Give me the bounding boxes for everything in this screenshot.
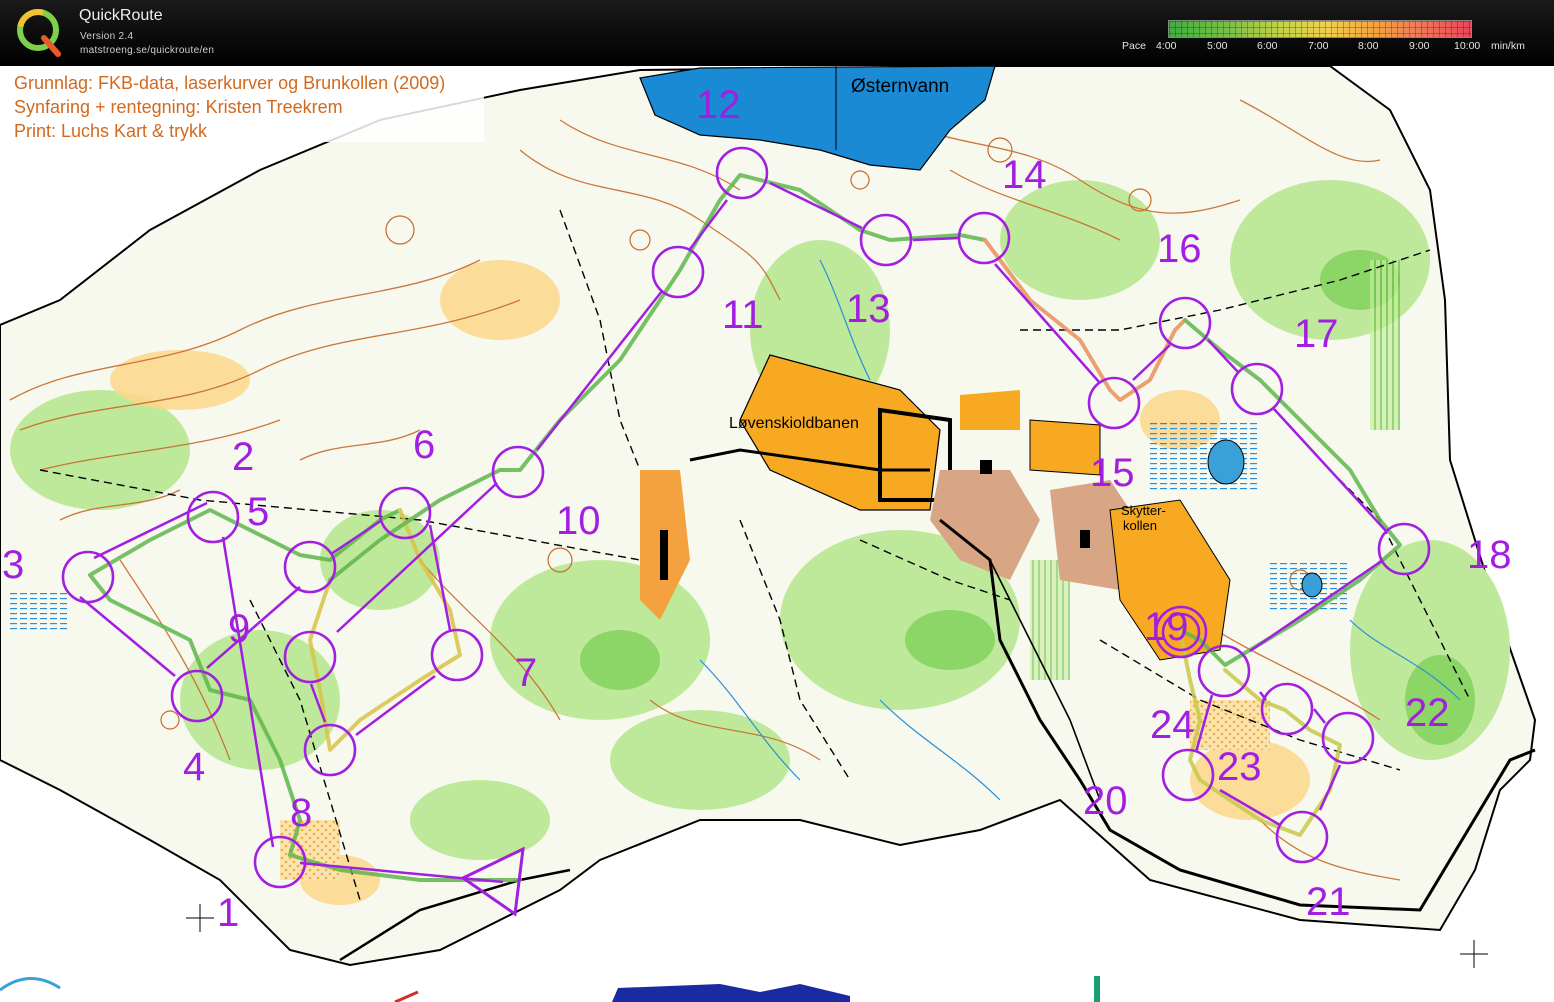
control-number: 13 xyxy=(846,287,891,331)
pace-tick: 10:00 xyxy=(1454,40,1481,52)
pace-color-scale xyxy=(1168,20,1472,38)
app-name: QuickRoute xyxy=(79,7,163,24)
credit-line: Print: Luchs Kart & trykk xyxy=(14,121,208,141)
control-number: 11 xyxy=(722,293,764,337)
orienteering-map[interactable]: 1 2 3 4 5 6 7 8 9 10 11 12 13 14 15 16 1… xyxy=(0,66,1554,1002)
control-number: 9 xyxy=(228,607,250,651)
control-number: 20 xyxy=(1083,779,1128,823)
control-number: 3 xyxy=(2,543,24,587)
control-number: 15 xyxy=(1090,451,1135,495)
quickroute-window: QuickRoute Version 2.4 matstroeng.se/qui… xyxy=(0,0,1554,1002)
pond xyxy=(1301,572,1323,598)
control-number: 4 xyxy=(183,745,205,789)
control-number: 8 xyxy=(290,791,312,835)
field-name: Løvenskioldbanen xyxy=(729,415,859,432)
control-number: 14 xyxy=(1002,153,1047,197)
pace-tick: 9:00 xyxy=(1409,40,1430,52)
control-number: 2 xyxy=(232,435,254,479)
quickroute-logo-icon xyxy=(17,9,61,57)
pace-unit: min/km xyxy=(1491,40,1525,52)
control-number: 5 xyxy=(247,490,269,534)
control-number: 22 xyxy=(1405,691,1450,735)
undergrowth xyxy=(1370,260,1400,430)
control-number: 10 xyxy=(556,499,601,543)
control-number: 23 xyxy=(1217,745,1262,789)
rough-open-land xyxy=(1190,700,1270,750)
pace-tick: 7:00 xyxy=(1308,40,1329,52)
control-number: 21 xyxy=(1306,880,1351,924)
hill-name-line-1: Skytter- xyxy=(1121,503,1166,518)
pace-tick: 6:00 xyxy=(1257,40,1278,52)
control-number: 6 xyxy=(413,423,435,467)
control-number: 17 xyxy=(1294,312,1339,356)
app-url[interactable]: matstroeng.se/quickroute/en xyxy=(80,45,214,56)
control-number: 18 xyxy=(1467,533,1512,577)
lake-name: Østernvann xyxy=(851,76,949,97)
credit-line: Grunnlag: FKB-data, laserkurver og Brunk… xyxy=(14,73,445,93)
app-version: Version 2.4 xyxy=(80,31,134,42)
pace-label: Pace xyxy=(1122,40,1146,52)
pace-tick: 5:00 xyxy=(1207,40,1228,52)
app-header: QuickRoute Version 2.4 matstroeng.se/qui… xyxy=(0,0,1554,66)
control-number: 7 xyxy=(515,651,537,695)
control-number: 16 xyxy=(1157,227,1202,271)
pond xyxy=(1207,439,1245,485)
control-number: 12 xyxy=(696,83,741,127)
pace-tick: 8:00 xyxy=(1358,40,1379,52)
control-number: 24 xyxy=(1150,703,1195,747)
credit-line: Synfaring + rentegning: Kristen Treekrem xyxy=(14,97,343,117)
control-number: 1 xyxy=(217,891,239,935)
marsh xyxy=(10,590,70,630)
control-number: 19 xyxy=(1144,605,1189,649)
pace-tick: 4:00 xyxy=(1156,40,1177,52)
hill-name-line-2: kollen xyxy=(1123,518,1157,533)
